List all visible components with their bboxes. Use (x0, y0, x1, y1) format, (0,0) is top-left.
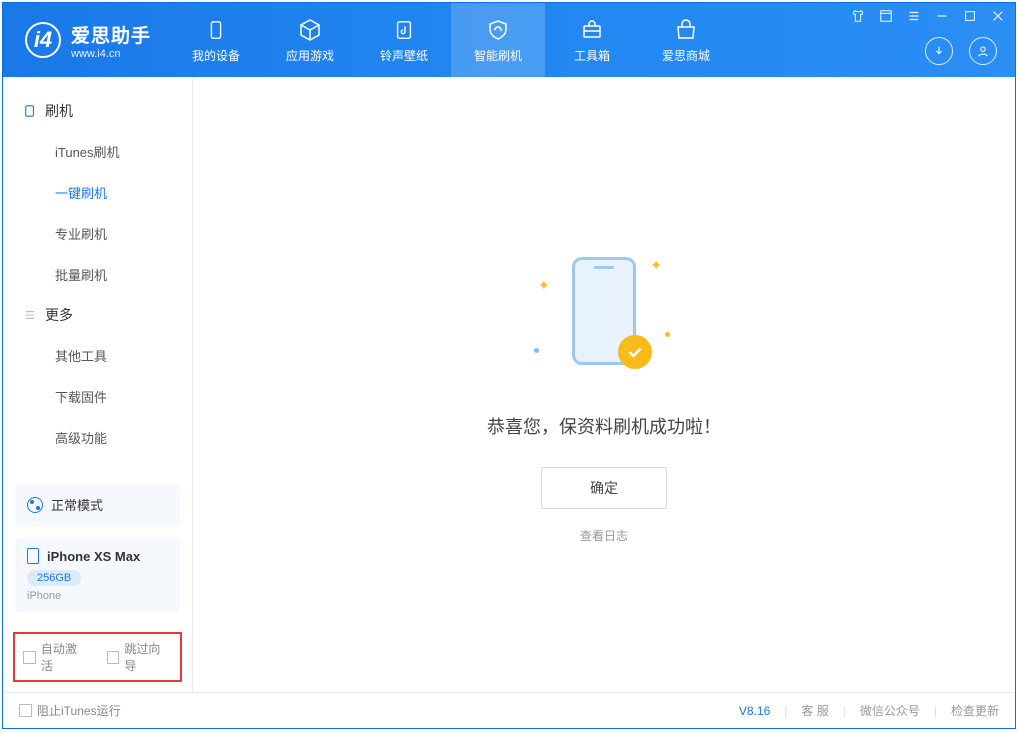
device-storage-badge: 256GB (27, 570, 81, 586)
device-type: iPhone (27, 590, 168, 602)
tab-apps-games[interactable]: 应用游戏 (263, 3, 357, 77)
refresh-shield-icon (485, 17, 511, 43)
shirt-icon[interactable] (849, 7, 867, 25)
sidebar: 刷机 iTunes刷机 一键刷机 专业刷机 批量刷机 更多 其他工具 下载固件 … (3, 77, 193, 692)
music-file-icon (391, 17, 417, 43)
device-info-box[interactable]: iPhone XS Max 256GB iPhone (15, 538, 180, 612)
sidebar-item-download-firmware[interactable]: 下载固件 (3, 376, 192, 417)
sidebar-item-other-tools[interactable]: 其他工具 (3, 335, 192, 376)
app-subtitle: www.i4.cn (71, 48, 151, 60)
sidebar-item-advanced[interactable]: 高级功能 (3, 417, 192, 458)
tab-store[interactable]: 爱思商城 (639, 3, 733, 77)
sidebar-item-batch-flash[interactable]: 批量刷机 (3, 254, 192, 295)
toolbox-icon (579, 17, 605, 43)
download-button[interactable] (925, 37, 953, 65)
window-controls (849, 7, 1007, 25)
success-message: 恭喜您，保资料刷机成功啦！ (487, 413, 721, 439)
mode-label: 正常模式 (51, 495, 103, 514)
checkbox-icon (19, 704, 32, 717)
checkbox-block-itunes[interactable]: 阻止iTunes运行 (19, 702, 121, 719)
support-link[interactable]: 客 服 (801, 702, 828, 719)
dot-icon (534, 348, 539, 353)
tab-toolbox[interactable]: 工具箱 (545, 3, 639, 77)
device-icon (203, 17, 229, 43)
options-highlighted: 自动激活 跳过向导 (13, 632, 182, 682)
logo-area: i4 爱思助手 www.i4.cn (3, 21, 169, 60)
device-name: iPhone XS Max (47, 549, 140, 564)
checkbox-icon (107, 651, 120, 664)
app-title: 爱思助手 (71, 21, 151, 48)
sparkle-icon: ✦ (538, 277, 550, 294)
device-mode-box[interactable]: 正常模式 (15, 485, 180, 526)
list-button[interactable] (905, 7, 923, 25)
ok-button[interactable]: 确定 (541, 467, 667, 509)
app-header: i4 爱思助手 www.i4.cn 我的设备 应用游戏 铃声壁纸 智能刷机 (3, 3, 1015, 77)
check-badge-icon (618, 335, 652, 369)
cube-icon (297, 17, 323, 43)
status-bar: 阻止iTunes运行 V8.16 | 客 服 | 微信公众号 | 检查更新 (3, 692, 1015, 728)
tab-my-device[interactable]: 我的设备 (169, 3, 263, 77)
maximize-button[interactable] (961, 7, 979, 25)
list-icon (23, 308, 37, 322)
minimize-button[interactable] (933, 7, 951, 25)
checkbox-skip-guide[interactable]: 跳过向导 (107, 640, 173, 674)
tab-ringtones-wallpapers[interactable]: 铃声壁纸 (357, 3, 451, 77)
checkbox-auto-activate[interactable]: 自动激活 (23, 640, 89, 674)
sidebar-item-oneclick-flash[interactable]: 一键刷机 (3, 172, 192, 213)
dot-icon (665, 332, 670, 337)
device-mini-icon (27, 548, 39, 564)
sparkle-icon: ✦ (650, 257, 662, 274)
success-illustration: ✦ ✦ (534, 247, 674, 387)
sidebar-group-flash: 刷机 (3, 91, 192, 131)
sidebar-item-itunes-flash[interactable]: iTunes刷机 (3, 131, 192, 172)
check-update-link[interactable]: 检查更新 (951, 702, 999, 719)
tab-smart-flash[interactable]: 智能刷机 (451, 3, 545, 77)
version-label: V8.16 (739, 704, 770, 718)
view-log-link[interactable]: 查看日志 (580, 527, 628, 544)
close-button[interactable] (989, 7, 1007, 25)
user-button[interactable] (969, 37, 997, 65)
main-content: ✦ ✦ 恭喜您，保资料刷机成功啦！ 确定 查看日志 (193, 77, 1015, 692)
wechat-link[interactable]: 微信公众号 (860, 702, 920, 719)
sidebar-group-more: 更多 (3, 295, 192, 335)
checkbox-icon (23, 651, 36, 664)
app-logo-icon: i4 (25, 22, 61, 58)
store-icon (673, 17, 699, 43)
mode-icon (27, 497, 43, 513)
phone-icon (23, 104, 37, 118)
main-tabs: 我的设备 应用游戏 铃声壁纸 智能刷机 工具箱 爱思商城 (169, 3, 733, 77)
menu-button[interactable] (877, 7, 895, 25)
sidebar-item-pro-flash[interactable]: 专业刷机 (3, 213, 192, 254)
